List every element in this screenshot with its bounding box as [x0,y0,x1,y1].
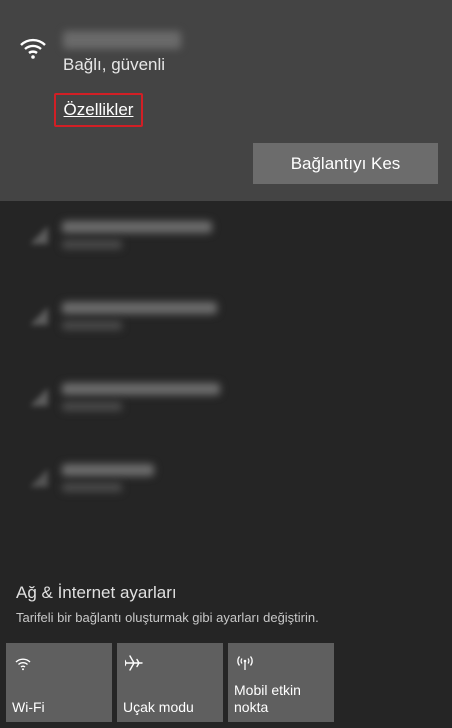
network-security-redacted [62,402,122,411]
connected-network-panel[interactable]: Bağlı, güvenli Özellikler Bağlantıyı Kes [0,0,452,201]
wifi-toggle-tile[interactable]: Wi-Fi [6,643,112,722]
network-name-redacted [62,464,154,476]
wifi-secured-icon [30,226,48,244]
mobile-hotspot-tile[interactable]: Mobil etkin nokta [228,643,334,722]
network-name-redacted [62,383,220,395]
wifi-secured-icon [30,469,48,487]
network-list-item[interactable] [0,285,452,361]
wifi-icon [15,658,31,671]
tile-label: Wi-Fi [12,699,45,715]
network-name-redacted [62,302,217,314]
tile-label: Mobil etkin nokta [234,682,301,715]
network-name-redacted [63,31,181,49]
disconnect-button[interactable]: Bağlantıyı Kes [253,143,438,184]
airplane-mode-tile[interactable]: Uçak modu [117,643,223,722]
tile-label: Uçak modu [123,699,194,715]
airplane-icon [125,655,143,671]
network-flyout: Bağlı, güvenli Özellikler Bağlantıyı Kes… [0,0,452,728]
network-list-item[interactable] [0,366,452,442]
wifi-secured-icon [30,307,48,325]
network-list-item[interactable] [0,204,452,280]
connection-status: Bağlı, güvenli [63,55,166,74]
network-list-item[interactable] [0,447,452,523]
network-security-redacted [62,483,122,492]
network-security-redacted [62,321,122,330]
wifi-secured-icon [30,388,48,406]
mobile-hotspot-icon [237,656,253,670]
properties-link[interactable]: Özellikler [54,93,143,127]
network-security-redacted [62,240,122,249]
network-internet-settings-link[interactable]: Ağ & İnternet ayarları [16,583,177,603]
network-name-redacted [62,221,212,233]
wifi-signal-icon [20,38,46,59]
settings-description: Tarifeli bir bağlantı oluşturmak gibi ay… [16,610,319,625]
